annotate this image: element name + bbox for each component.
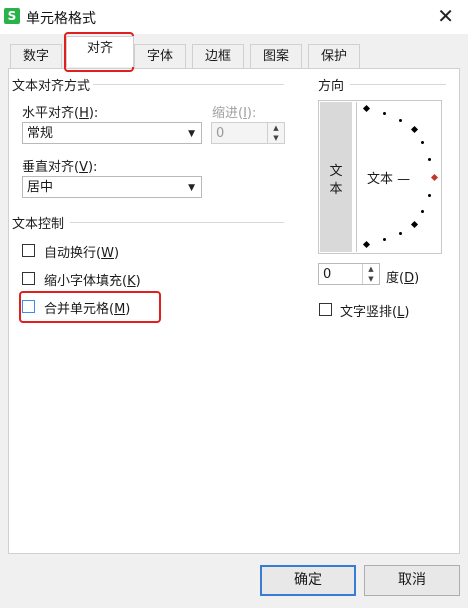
tab-pattern[interactable]: 图案 [250,44,302,69]
spin-down-icon[interactable]: ▼ [363,274,379,284]
close-icon[interactable]: ✕ [437,4,454,28]
dial-dot [421,210,424,213]
dial-dot [383,112,386,115]
wrap-text-label[interactable]: 自动换行(W) [44,242,119,261]
vertical-text-char: 文 [329,164,343,179]
dial-marker-bottom [362,240,371,249]
group-text-alignment: 文本对齐方式 [12,75,94,94]
vertical-align-value: 居中 [27,180,54,195]
vertical-align-label: 垂直对齐(V): [22,160,98,175]
ok-button[interactable]: 确定 [260,565,356,596]
indent-value: 0 [216,126,225,141]
chevron-down-icon: ▼ [188,183,195,193]
dial-dot [383,238,386,241]
indent-spin-buttons[interactable]: ▲ ▼ [267,123,284,143]
indent-label: 缩进(I): [212,106,257,121]
dial-dot [399,119,402,122]
vertical-text-checkbox[interactable] [319,303,332,316]
dial-marker-top [362,104,371,113]
degrees-value: 0 [323,267,332,282]
app-icon: S [4,8,20,24]
vertical-align-select[interactable]: 居中 ▼ [22,176,202,198]
indent-stepper[interactable]: 0 ▲ ▼ [211,122,285,144]
group-divider [350,84,446,85]
spin-down-icon[interactable]: ▼ [268,133,284,143]
tab-alignment[interactable]: 对齐 [66,36,134,67]
title-bar: S 单元格格式 ✕ [0,0,468,34]
dial-marker [410,125,419,134]
spin-up-icon[interactable]: ▲ [363,264,379,274]
vertical-text-char: 本 [329,182,343,197]
dial-dot [428,158,431,161]
dial-dot [421,141,424,144]
dial-marker-current [430,173,439,182]
group-text-control: 文本控制 [12,213,68,232]
chevron-down-icon: ▼ [188,129,195,139]
shrink-to-fit-label[interactable]: 缩小字体填充(K) [44,270,141,289]
orientation-dial[interactable]: 文本 — [356,102,441,252]
dial-marker [410,220,419,229]
dial-text: 文本 — [367,172,411,187]
cancel-button[interactable]: 取消 [364,565,460,596]
dial-dot [399,232,402,235]
tab-border[interactable]: 边框 [192,44,244,69]
vertical-text-button[interactable]: 文 本 [320,102,352,252]
group-divider [70,222,284,223]
horizontal-align-label: 水平对齐(H): [22,106,99,121]
shrink-to-fit-checkbox[interactable] [22,272,35,285]
degrees-stepper[interactable]: 0 ▲ ▼ [318,263,380,285]
horizontal-align-value: 常规 [27,126,54,141]
wrap-text-checkbox[interactable] [22,244,35,257]
spin-up-icon[interactable]: ▲ [268,123,284,133]
window-title: 单元格格式 [26,11,96,27]
tab-protection[interactable]: 保护 [308,44,360,69]
vertical-text-label[interactable]: 文字竖排(L) [340,301,409,320]
highlight-merge-cells [19,291,161,323]
dial-dot [428,194,431,197]
degrees-label: 度(D) [386,271,420,286]
horizontal-align-select[interactable]: 常规 ▼ [22,122,202,144]
group-divider [84,84,284,85]
tab-number[interactable]: 数字 [10,44,62,69]
tab-font[interactable]: 字体 [134,44,186,69]
group-orientation: 方向 [318,75,348,94]
degrees-spin-buttons[interactable]: ▲ ▼ [362,264,379,284]
